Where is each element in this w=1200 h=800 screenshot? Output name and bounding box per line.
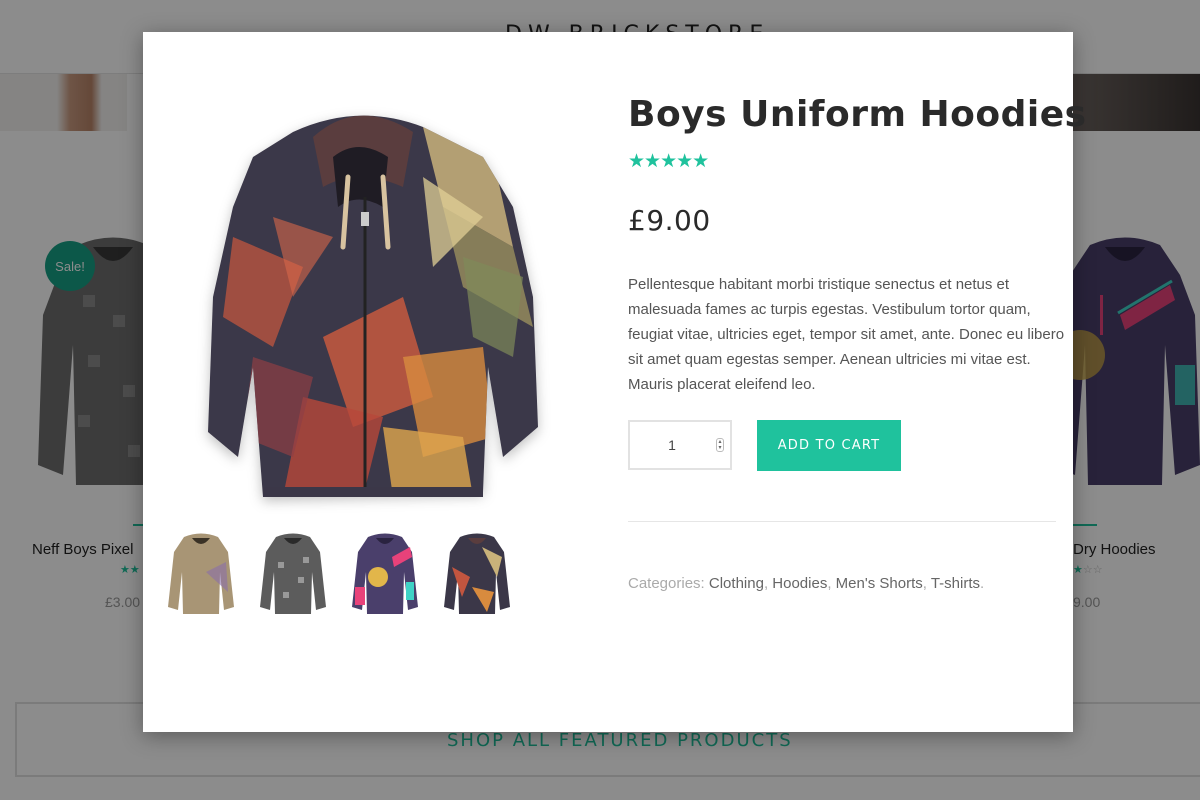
stepper-arrows-icon[interactable]: ▴ ▾	[716, 438, 724, 452]
star-rating[interactable]: ★★★★★	[628, 150, 709, 173]
categories-label: Categories:	[628, 575, 705, 592]
divider	[628, 521, 1056, 522]
product-categories: Categories: Clothing, Hoodies, Men's Sho…	[628, 575, 985, 592]
category-link-t-shirts[interactable]: T-shirts	[931, 575, 980, 592]
thumbnail-tan-hoodie[interactable]	[166, 532, 236, 617]
product-title: Boys Uniform Hoodies	[628, 94, 1087, 135]
product-price: £9.00	[628, 204, 711, 237]
thumbnail-purple-pattern-hoodie[interactable]	[350, 532, 420, 617]
thumbnail-strip	[166, 532, 526, 622]
thumbnail-grey-pattern-hoodie[interactable]	[258, 532, 328, 617]
category-link-hoodies[interactable]: Hoodies	[772, 575, 827, 592]
quick-view-modal: Boys Uniform Hoodies ★★★★★ £9.00 Pellent…	[143, 32, 1086, 732]
product-description: Pellentesque habitant morbi tristique se…	[628, 276, 1065, 393]
thumbnail-geometric-hoodie[interactable]	[442, 532, 512, 617]
add-to-cart-button[interactable]: ADD TO CART	[757, 420, 901, 471]
quantity-value[interactable]: 1	[630, 422, 714, 468]
quantity-stepper[interactable]: 1 ▴ ▾	[628, 420, 732, 470]
product-main-image[interactable]	[183, 97, 593, 522]
category-link-mens-shorts[interactable]: Men's Shorts	[836, 575, 923, 592]
category-link-clothing[interactable]: Clothing	[709, 575, 764, 592]
